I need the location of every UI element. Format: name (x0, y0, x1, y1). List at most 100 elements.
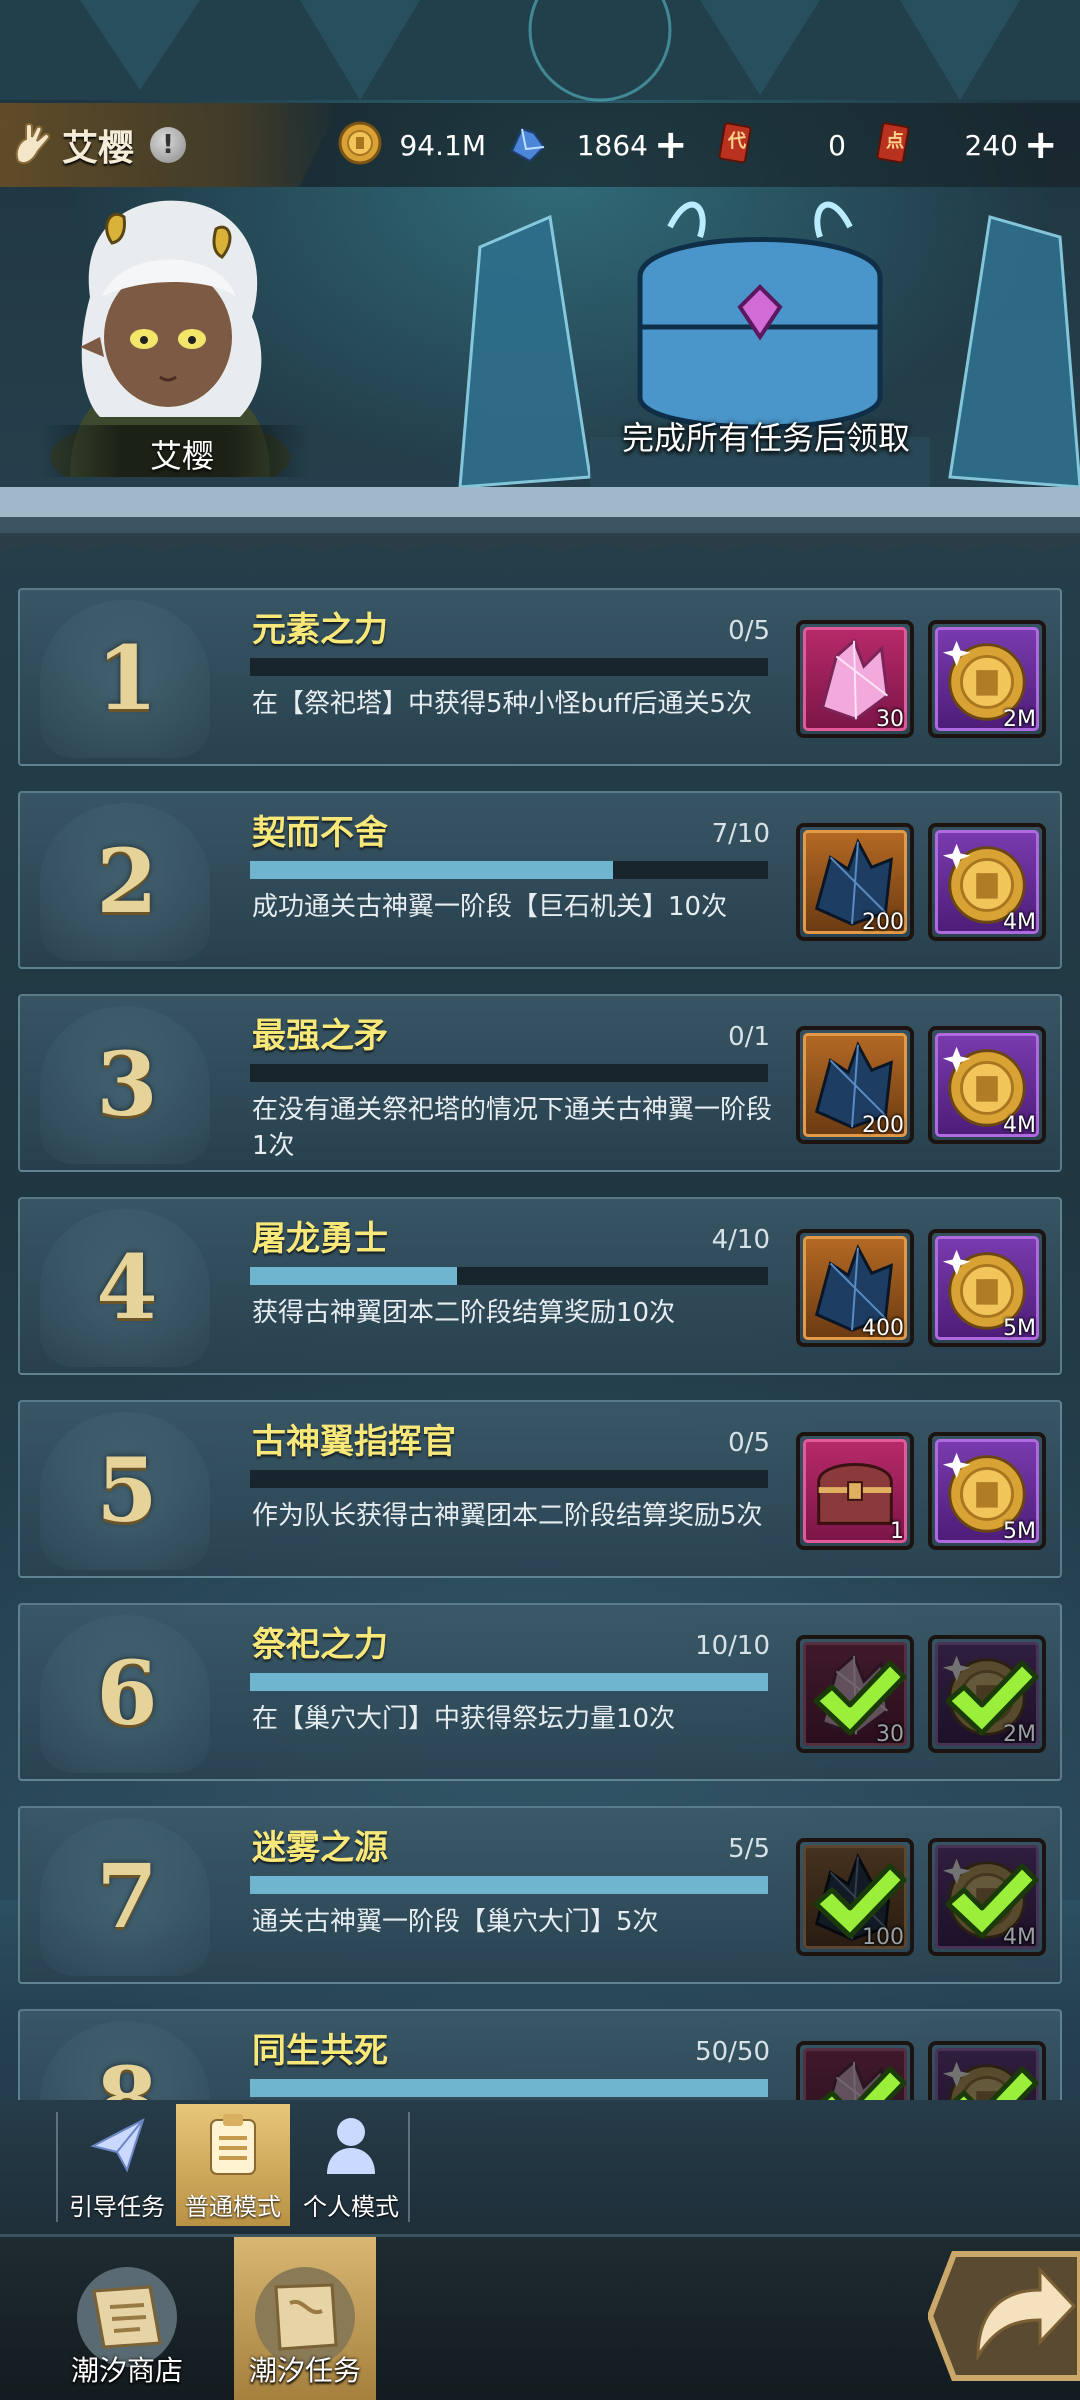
character-name: 艾樱 (150, 437, 215, 475)
point-ticket-glyph: 点 (886, 131, 904, 152)
red-ticket-glyph: 代 (728, 131, 746, 152)
clipboard-icon (210, 2114, 256, 2175)
task-progress-count: 0/5 (728, 1428, 770, 1458)
checkmark-icon (952, 2066, 1039, 2100)
reward-slot[interactable]: 30 (796, 1635, 914, 1753)
mode-tab-bar: 引导任务 普通模式 个人模式 (0, 2100, 1080, 2234)
crystal-resource: 1864 + (506, 121, 688, 169)
reward-quantity: 30 (876, 707, 904, 732)
checkmark-icon (820, 2066, 907, 2100)
task-title: 契而不舍 (252, 813, 388, 853)
point-ticket-resource: 点 240 + (872, 121, 1062, 169)
player-name: 艾樱 (62, 128, 135, 169)
reward-quantity: 5M (1003, 1316, 1036, 1341)
paper-plane-icon (90, 2117, 145, 2173)
task-row[interactable]: 8 同生共死 50/50 (18, 2009, 1062, 2100)
task-list[interactable]: 1 元素之力 0/5 在【祭祀塔】中获得5种小怪buff后通关5次 30 2M 2 契而不舍 7… (0, 580, 1080, 2100)
task-progress-fill (250, 861, 613, 879)
task-title: 最强之矛 (252, 1016, 388, 1056)
checkmark-icon (945, 1863, 1039, 1939)
add-point-ticket-button[interactable]: + (1024, 125, 1058, 165)
tab-personal-mode[interactable]: 个人模式 (294, 2104, 408, 2226)
task-progress-count: 7/10 (711, 819, 770, 849)
task-row[interactable]: 2 契而不舍 7/10 成功通关古神翼一阶段【巨石机关】10次 200 4M (18, 791, 1062, 969)
task-title: 祭祀之力 (252, 1625, 388, 1665)
tab-divider (408, 2112, 410, 2222)
add-crystal-button[interactable]: + (654, 125, 688, 165)
nav-label: 潮汐商店 (70, 2354, 183, 2387)
gold-amount: 94.1M (399, 129, 486, 162)
bottom-nav: 潮汐商店 潮汐任务 (0, 2234, 1080, 2400)
task-rank: 4 (96, 1235, 158, 1339)
task-progress-bar (250, 658, 768, 676)
reward-slot[interactable]: 2M (928, 620, 1046, 738)
task-description: 在【祭祀塔】中获得5种小怪buff后通关5次 (252, 689, 752, 719)
reward-slot[interactable]: 4M (928, 1838, 1046, 1956)
task-progress-bar (250, 1470, 768, 1488)
task-row[interactable]: 4 屠龙勇士 4/10 获得古神翼团本二阶段结算奖励10次 400 5M (18, 1197, 1062, 1375)
reward-slot[interactable]: 200 (796, 823, 914, 941)
task-description: 成功通关古神翼一阶段【巨石机关】10次 (252, 892, 728, 922)
tab-normal-mode[interactable]: 普通模式 (176, 2104, 290, 2226)
nav-tide-shop[interactable]: 潮汐商店 (56, 2237, 198, 2400)
tab-label: 引导任务 (69, 2193, 165, 2221)
task-progress-fill (250, 1267, 458, 1285)
checkmark-icon (813, 1863, 907, 1939)
reward-slot[interactable] (928, 2041, 1046, 2100)
reward-slot[interactable]: 5M (928, 1432, 1046, 1550)
task-title: 同生共死 (252, 2031, 388, 2071)
tab-divider (56, 2112, 58, 2222)
task-progress-count: 4/10 (711, 1225, 770, 1255)
task-row[interactable]: 6 祭祀之力 10/10 在【巢穴大门】中获得祭坛力量10次 30 2M (18, 1603, 1062, 1781)
reward-quantity: 200 (862, 1113, 904, 1138)
share-arrow-icon[interactable] (928, 2246, 1080, 2386)
checkmark-icon (945, 1660, 1039, 1736)
task-row[interactable]: 7 迷雾之源 5/5 通关古神翼一阶段【巢穴大门】5次 100 4M (18, 1806, 1062, 1984)
task-progress-fill (250, 1673, 768, 1691)
task-progress-bar (250, 861, 768, 879)
task-row[interactable]: 5 古神翼指挥官 0/5 作为队长获得古神翼团本二阶段结算奖励5次 1 5M (18, 1400, 1062, 1578)
task-progress-count: 10/10 (695, 1631, 770, 1661)
crystal-icon (510, 127, 546, 163)
crystal-amount: 1864 (576, 129, 648, 162)
task-progress-bar (250, 2079, 768, 2097)
task-progress-count: 0/5 (728, 616, 770, 646)
reward-slot[interactable]: 100 (796, 1838, 914, 1956)
reward-slot[interactable]: 2M (928, 1635, 1046, 1753)
task-rank: 2 (96, 829, 158, 933)
gold-coin-icon (338, 121, 382, 165)
point-ticket-amount: 240 (964, 129, 1018, 162)
banner-divider (0, 487, 1080, 553)
task-progress-fill (250, 2079, 768, 2097)
task-rank: 1 (96, 626, 158, 730)
red-ticket-amount: 0 (828, 129, 846, 162)
task-row[interactable]: 1 元素之力 0/5 在【祭祀塔】中获得5种小怪buff后通关5次 30 2M (18, 588, 1062, 766)
reward-slot[interactable]: 30 (796, 620, 914, 738)
hand-icon (15, 123, 51, 165)
reward-slot[interactable]: 400 (796, 1229, 914, 1347)
reward-slot[interactable]: 5M (928, 1229, 1046, 1347)
task-description: 在【巢穴大门】中获得祭坛力量10次 (252, 1704, 676, 1734)
task-rank: 6 (96, 1641, 158, 1745)
info-icon[interactable]: ! (150, 127, 186, 163)
task-title: 屠龙勇士 (252, 1219, 388, 1259)
task-row[interactable]: 3 最强之矛 0/1 在没有通关祭祀塔的情况下通关古神翼一阶段1次 200 4M (18, 994, 1062, 1172)
gold-resource: 94.1M (338, 121, 488, 169)
task-rank: 5 (96, 1438, 158, 1542)
reward-quantity: 200 (862, 910, 904, 935)
nav-tide-tasks[interactable]: 潮汐任务 (234, 2237, 376, 2400)
task-description: 在没有通关祭祀塔的情况下通关古神翼一阶段1次 (252, 1095, 773, 1161)
chest-claim-label: 完成所有任务后领取 (622, 419, 911, 457)
reward-slot[interactable]: 1 (796, 1432, 914, 1550)
player-tag[interactable]: 艾樱 ! (0, 103, 340, 187)
reward-slot[interactable]: 4M (928, 1026, 1046, 1144)
red-ticket-resource: 代 0 (714, 121, 854, 169)
reward-slot[interactable]: 4M (928, 823, 1046, 941)
reward-slot[interactable]: 200 (796, 1026, 914, 1144)
reward-slot[interactable] (796, 2041, 914, 2100)
tab-label: 个人模式 (303, 2193, 399, 2221)
resource-bar: 艾樱 ! 94.1M 1864 + 代 0 点 240 + (0, 103, 1080, 187)
hero-banner: 艾樱 完成所有任务后领取 (0, 187, 1080, 487)
tab-guide-tasks[interactable]: 引导任务 (60, 2104, 174, 2226)
reward-quantity: 4M (1003, 1113, 1036, 1138)
